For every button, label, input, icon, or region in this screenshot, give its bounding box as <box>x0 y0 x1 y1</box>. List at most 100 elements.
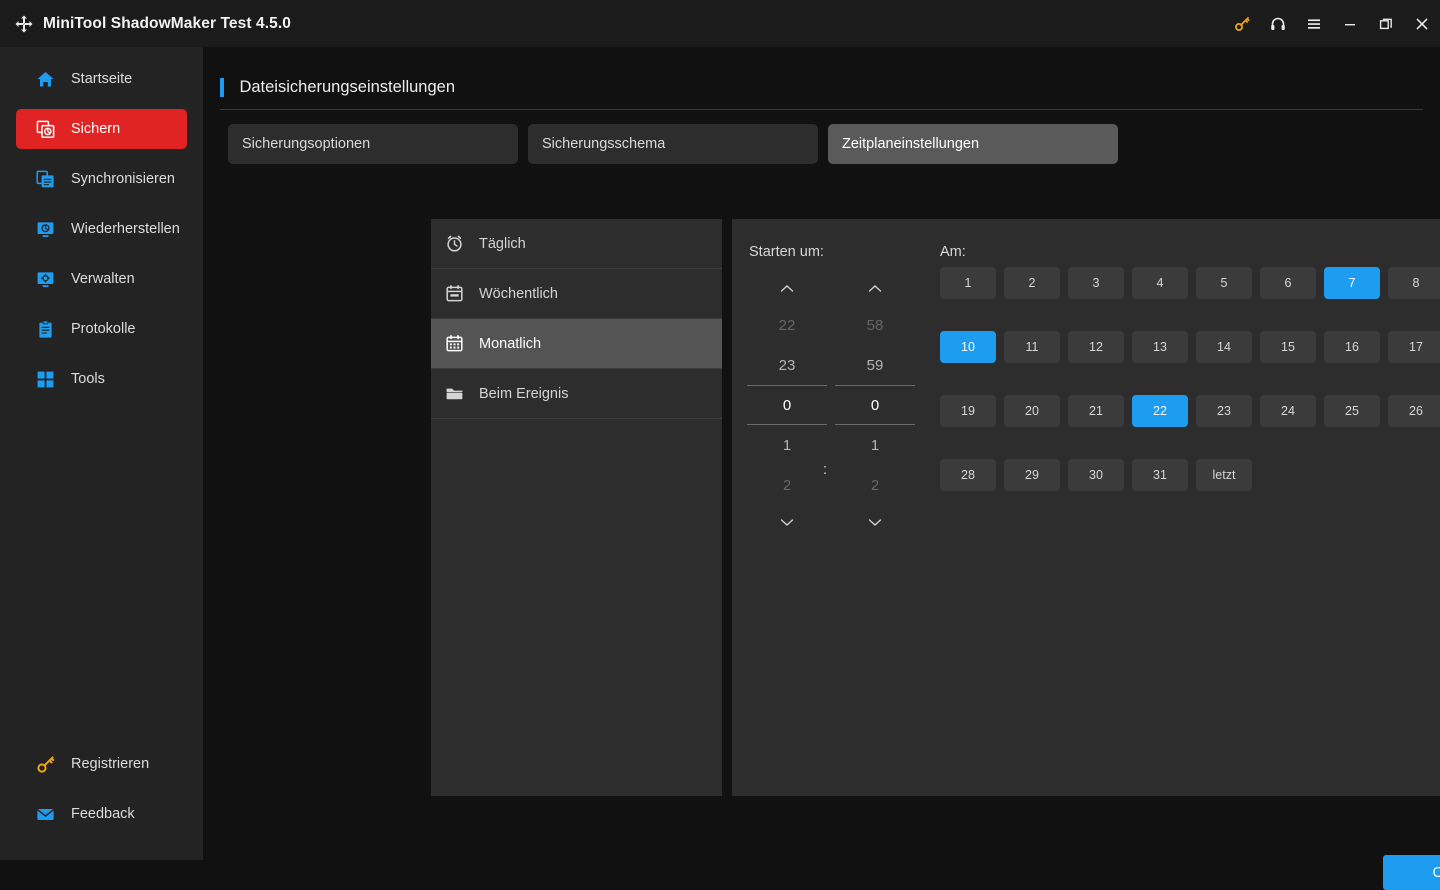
day-button[interactable]: 28 <box>940 459 996 491</box>
minute-spinner[interactable]: 58 59 0 1 2 <box>835 271 915 539</box>
day-button[interactable]: 14 <box>1196 331 1252 363</box>
minimize-icon[interactable] <box>1332 0 1368 47</box>
header-divider <box>220 109 1423 110</box>
day-button[interactable]: 2 <box>1004 267 1060 299</box>
schedule-type-taeglich[interactable]: Täglich <box>431 219 722 269</box>
schedule-type-woechentlich[interactable]: Wöchentlich <box>431 269 722 319</box>
sidebar-item-verwalten[interactable]: Verwalten <box>16 259 187 299</box>
day-button[interactable]: 3 <box>1068 267 1124 299</box>
day-button[interactable]: 22 <box>1132 395 1188 427</box>
day-button[interactable]: 25 <box>1324 395 1380 427</box>
day-button[interactable]: 1 <box>940 267 996 299</box>
minute-option[interactable]: 59 <box>835 345 915 385</box>
title-bar: MiniTool ShadowMaker Test 4.5.0 <box>0 0 1440 47</box>
sidebar-item-label: Registrieren <box>71 756 150 772</box>
key-icon <box>34 753 56 775</box>
day-button[interactable]: 4 <box>1132 267 1188 299</box>
day-button[interactable]: 24 <box>1260 395 1316 427</box>
minute-value-selected[interactable]: 0 <box>835 385 915 425</box>
settings-tabs: Sicherungsoptionen Sicherungsschema Zeit… <box>228 124 1128 164</box>
schedule-type-label: Beim Ereignis <box>479 385 569 402</box>
day-button[interactable]: letzt <box>1196 459 1252 491</box>
logs-icon <box>34 318 56 340</box>
minute-option[interactable]: 58 <box>835 305 915 345</box>
schedule-type-label: Wöchentlich <box>479 285 558 302</box>
day-button[interactable]: 20 <box>1004 395 1060 427</box>
restore-icon <box>34 218 56 240</box>
ok-button[interactable]: OK <box>1383 855 1440 890</box>
headset-icon[interactable] <box>1260 0 1296 47</box>
calendar-grid-icon <box>443 333 465 355</box>
chevron-up-icon[interactable] <box>835 271 915 305</box>
tab-sicherungsschema[interactable]: Sicherungsschema <box>528 124 818 164</box>
minute-option[interactable]: 1 <box>835 425 915 465</box>
restore-icon[interactable] <box>1368 0 1404 47</box>
close-icon[interactable] <box>1404 0 1440 47</box>
tab-label: Zeitplaneinstellungen <box>842 136 980 152</box>
day-button[interactable]: 29 <box>1004 459 1060 491</box>
day-of-month-grid: 1234567891011121314151617181920212223242… <box>940 267 1440 523</box>
sidebar-bottom-nav: Registrieren Feedback <box>0 744 203 844</box>
hour-value-selected[interactable]: 0 <box>747 385 827 425</box>
day-button[interactable]: 19 <box>940 395 996 427</box>
day-button[interactable]: 7 <box>1324 267 1380 299</box>
sidebar-item-synchronisieren[interactable]: Synchronisieren <box>16 159 187 199</box>
start-time-label: Starten um: <box>749 244 824 260</box>
tab-zeitplaneinstellungen[interactable]: Zeitplaneinstellungen <box>828 124 1118 164</box>
minute-option[interactable]: 2 <box>835 465 915 505</box>
day-button[interactable]: 21 <box>1068 395 1124 427</box>
tab-label: Sicherungsoptionen <box>242 136 371 152</box>
day-button[interactable]: 12 <box>1068 331 1124 363</box>
schedule-settings-panel: Starten um: Am: 22 23 0 1 2 : 58 59 0 1 … <box>732 219 1440 796</box>
day-button[interactable]: 23 <box>1196 395 1252 427</box>
backup-icon <box>34 118 56 140</box>
sidebar-item-label: Feedback <box>71 806 135 822</box>
sidebar-item-label: Sichern <box>71 121 121 137</box>
schedule-type-label: Monatlich <box>479 335 542 352</box>
chevron-down-icon[interactable] <box>835 505 915 539</box>
main-content: Dateisicherungseinstellungen Sicherungso… <box>203 47 1440 890</box>
hour-option[interactable]: 1 <box>747 425 827 465</box>
sidebar-item-sichern[interactable]: Sichern <box>16 109 187 149</box>
sidebar-item-label: Tools <box>71 371 105 387</box>
day-button[interactable]: 11 <box>1004 331 1060 363</box>
sidebar-item-startseite[interactable]: Startseite <box>16 59 187 99</box>
manage-icon <box>34 268 56 290</box>
folder-icon <box>443 383 465 405</box>
sidebar-item-label: Wiederherstellen <box>71 221 180 237</box>
day-button[interactable]: 6 <box>1260 267 1316 299</box>
sidebar-item-label: Protokolle <box>71 321 136 337</box>
day-button[interactable]: 13 <box>1132 331 1188 363</box>
sidebar-item-feedback[interactable]: Feedback <box>16 794 187 834</box>
sidebar: Startseite Sichern Synchronisieren Wiede… <box>0 47 203 860</box>
day-button[interactable]: 5 <box>1196 267 1252 299</box>
home-icon <box>34 68 56 90</box>
tab-sicherungsoptionen[interactable]: Sicherungsoptionen <box>228 124 518 164</box>
day-button[interactable]: 16 <box>1324 331 1380 363</box>
hour-option[interactable]: 2 <box>747 465 827 505</box>
hour-option[interactable]: 22 <box>747 305 827 345</box>
chevron-up-icon[interactable] <box>747 271 827 305</box>
day-button[interactable]: 10 <box>940 331 996 363</box>
sidebar-item-protokolle[interactable]: Protokolle <box>16 309 187 349</box>
title-accent-bar <box>220 78 224 97</box>
sidebar-item-registrieren[interactable]: Registrieren <box>16 744 187 784</box>
day-button[interactable]: 26 <box>1388 395 1440 427</box>
key-icon[interactable] <box>1224 0 1260 47</box>
day-button[interactable]: 8 <box>1388 267 1440 299</box>
sidebar-item-tools[interactable]: Tools <box>16 359 187 399</box>
day-button[interactable]: 30 <box>1068 459 1124 491</box>
sidebar-item-label: Synchronisieren <box>71 171 175 187</box>
sync-icon <box>34 168 56 190</box>
chevron-down-icon[interactable] <box>747 505 827 539</box>
day-button[interactable]: 31 <box>1132 459 1188 491</box>
menu-icon[interactable] <box>1296 0 1332 47</box>
schedule-type-monatlich[interactable]: Monatlich <box>431 319 722 369</box>
schedule-type-beim-ereignis[interactable]: Beim Ereignis <box>431 369 722 419</box>
day-button[interactable]: 17 <box>1388 331 1440 363</box>
day-button[interactable]: 15 <box>1260 331 1316 363</box>
sidebar-nav: Startseite Sichern Synchronisieren Wiede… <box>0 47 203 399</box>
hour-option[interactable]: 23 <box>747 345 827 385</box>
sidebar-item-wiederherstellen[interactable]: Wiederherstellen <box>16 209 187 249</box>
hour-spinner[interactable]: 22 23 0 1 2 <box>747 271 827 539</box>
